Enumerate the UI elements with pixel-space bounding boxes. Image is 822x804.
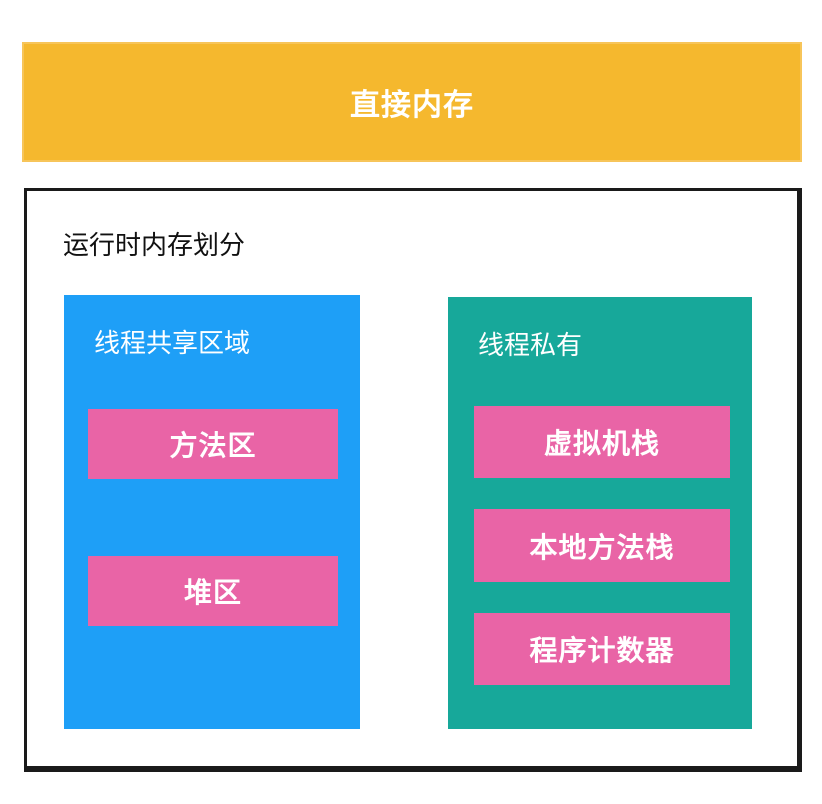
heap-block: 堆区	[88, 556, 338, 626]
direct-memory-label: 直接内存	[350, 88, 474, 123]
thread-private-title: 线程私有	[478, 331, 583, 361]
method-area-block: 方法区	[88, 409, 338, 479]
native-method-stack-label: 本地方法栈	[529, 530, 675, 564]
direct-memory-box: 直接内存	[24, 44, 800, 160]
vm-stack-block: 虚拟机栈	[474, 406, 730, 478]
native-method-stack-block: 本地方法栈	[474, 509, 730, 582]
runtime-memory-box: 运行时内存划分 线程共享区域 方法区 堆区 线程私有 虚拟机栈 本地方法栈 程序…	[24, 188, 802, 772]
vm-stack-label: 虚拟机栈	[543, 427, 660, 460]
method-area-label: 方法区	[169, 429, 257, 462]
program-counter-block: 程序计数器	[474, 613, 730, 685]
thread-private-region: 线程私有 虚拟机栈 本地方法栈 程序计数器	[448, 297, 752, 729]
thread-shared-region: 线程共享区域 方法区 堆区	[64, 295, 360, 729]
thread-shared-title: 线程共享区域	[94, 329, 251, 359]
runtime-memory-title: 运行时内存划分	[63, 231, 246, 261]
heap-label: 堆区	[183, 576, 242, 609]
program-counter-label: 程序计数器	[529, 634, 675, 667]
